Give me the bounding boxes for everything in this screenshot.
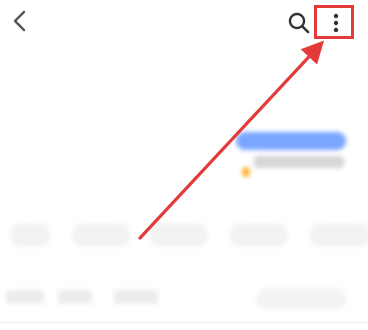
meta-item <box>58 290 92 304</box>
divider <box>0 322 368 323</box>
tag[interactable] <box>10 223 50 247</box>
search-icon[interactable] <box>286 10 312 36</box>
tag[interactable] <box>230 223 288 247</box>
article-meta <box>6 288 368 310</box>
tag[interactable] <box>310 223 368 247</box>
meta-item <box>114 290 158 304</box>
badge <box>236 132 346 150</box>
tag[interactable] <box>72 223 130 247</box>
top-toolbar <box>0 0 368 46</box>
tag-row <box>10 221 368 251</box>
indicator-dot <box>242 167 250 177</box>
blurred-thumbnail <box>236 132 348 182</box>
chevron-left-icon[interactable] <box>6 6 36 36</box>
placeholder-line <box>254 156 344 168</box>
follow-button[interactable] <box>256 288 346 310</box>
meta-item <box>6 290 44 304</box>
tag[interactable] <box>150 223 208 247</box>
highlight-box <box>314 5 354 39</box>
